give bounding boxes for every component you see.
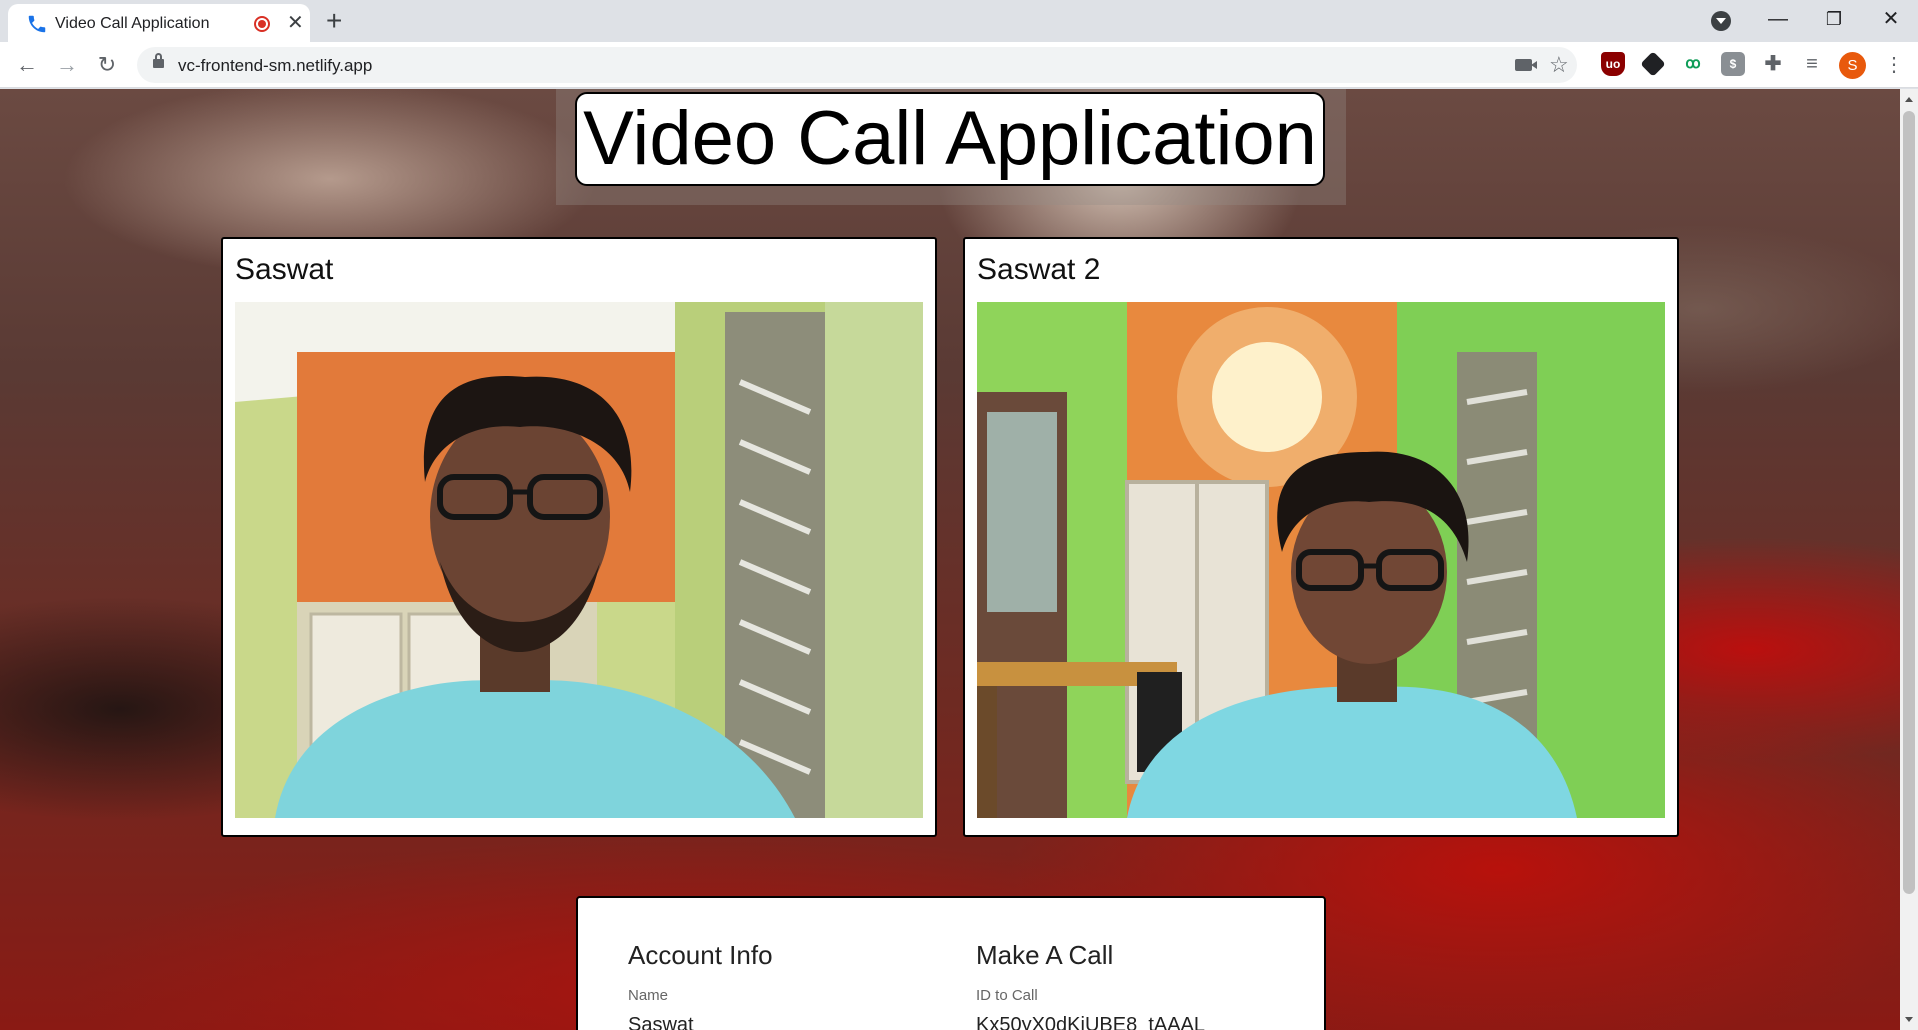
name-field[interactable]: Saswat (628, 1014, 773, 1030)
lock-icon (153, 53, 164, 68)
reload-icon[interactable]: ↻ (92, 50, 122, 80)
id-to-call-label: ID to Call (976, 987, 1038, 1004)
page-title: Video Call Application (583, 96, 1317, 181)
restore-icon[interactable]: ❐ (1814, 4, 1854, 34)
controls-panel: Account Info Name Saswat Make A Call ID … (576, 896, 1326, 1030)
page-viewport: Video Call Application Saswat Saswat 2 A… (0, 89, 1900, 1030)
minimize-icon[interactable]: — (1758, 4, 1798, 34)
dollar-icon[interactable]: $ (1721, 52, 1745, 76)
camera-in-use-icon[interactable] (1515, 59, 1537, 71)
back-arrow-icon[interactable]: ← (12, 50, 42, 80)
close-tab-icon[interactable]: ✕ (287, 12, 304, 34)
new-tab-button[interactable]: + (326, 6, 342, 36)
media-icon[interactable]: ≡ (1800, 52, 1824, 76)
local-video-card: Saswat (221, 237, 937, 837)
menu-kebab-icon[interactable]: ⋮ (1884, 50, 1904, 80)
phone-icon (28, 15, 46, 33)
local-video-name: Saswat (235, 253, 334, 286)
cube-icon[interactable] (1640, 51, 1666, 77)
local-video-image (235, 302, 923, 818)
make-call-section: Make A Call ID to Call Kx50yX0dKjUBE8_tA… (976, 940, 1205, 1030)
account-info-section: Account Info Name Saswat (628, 940, 773, 1030)
close-window-icon[interactable]: ✕ (1871, 4, 1911, 34)
profile-avatar[interactable]: S (1839, 52, 1866, 79)
remote-video-card: Saswat 2 (963, 237, 1679, 837)
scroll-up-icon[interactable] (1905, 97, 1913, 102)
name-label: Name (628, 987, 669, 1004)
tab-search-icon[interactable] (1711, 11, 1731, 31)
remote-video-image (977, 302, 1665, 818)
id-to-call-field[interactable]: Kx50yX0dKjUBE8_tAAAL (976, 1014, 1205, 1030)
address-bar[interactable]: vc-frontend-sm.netlify.app ☆ (137, 47, 1577, 83)
m-icon[interactable]: ꝏ (1681, 52, 1705, 76)
tab-strip: Video Call Application ✕ + — ❐ ✕ (0, 0, 1918, 42)
browser-tab[interactable]: Video Call Application ✕ (8, 4, 310, 42)
app-header: Video Call Application (575, 92, 1325, 186)
forward-arrow-icon[interactable]: → (52, 50, 82, 80)
account-info-heading: Account Info (628, 940, 773, 970)
puzzle-icon[interactable]: ✚ (1761, 52, 1785, 76)
url-text: vc-frontend-sm.netlify.app (178, 56, 373, 75)
scroll-down-icon[interactable] (1905, 1017, 1913, 1022)
remote-video[interactable] (977, 302, 1665, 818)
ublock-icon[interactable]: uo (1601, 52, 1625, 76)
recording-indicator-icon (254, 16, 270, 32)
page-scrollbar[interactable] (1900, 89, 1918, 1030)
make-call-heading: Make A Call (976, 940, 1114, 970)
remote-video-name: Saswat 2 (977, 253, 1101, 286)
bookmark-star-icon[interactable]: ☆ (1549, 52, 1569, 78)
tab-title: Video Call Application (55, 15, 210, 32)
browser-toolbar: ← → ↻ vc-frontend-sm.netlify.app ☆ uo ꝏ … (0, 42, 1918, 88)
scroll-thumb[interactable] (1903, 111, 1915, 894)
local-video[interactable] (235, 302, 923, 818)
